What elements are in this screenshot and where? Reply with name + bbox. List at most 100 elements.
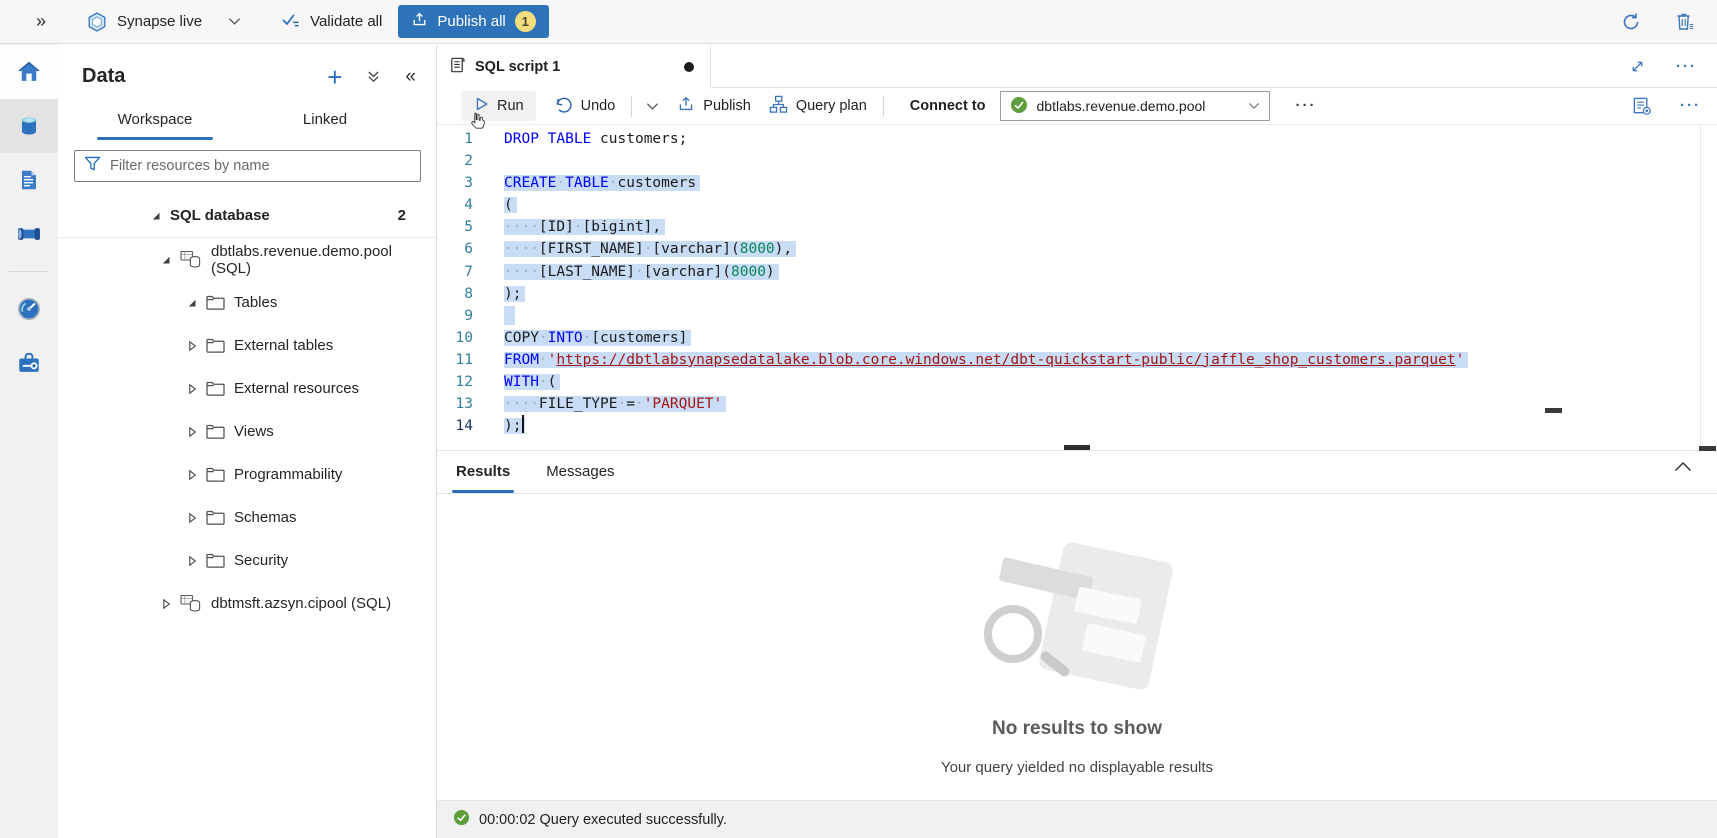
filter-resources-input[interactable] (110, 158, 411, 174)
code-line-2[interactable]: 2 (437, 150, 1717, 172)
toolbar-more-actions-icon[interactable]: ··· (1296, 101, 1317, 111)
code-line-13[interactable]: 13····FILE_TYPE·=·'PARQUET' (437, 393, 1717, 415)
expand-editor-icon[interactable] (1629, 58, 1646, 75)
query-status-bar: 00:00:02 Query executed successfully. (437, 800, 1717, 838)
tab-more-actions-icon[interactable]: ··· (1676, 62, 1697, 72)
collapsed-arrow-icon[interactable] (186, 383, 198, 395)
line-number: 7 (437, 261, 486, 283)
editor-area: SQL script 1 ··· Run Undo (437, 45, 1717, 838)
tree-item-schemas[interactable]: Schemas (58, 496, 436, 539)
tree-item-label: dbtlabs.revenue.demo.pool (SQL) (211, 243, 436, 277)
query-plan-icon (769, 95, 788, 118)
collapsed-arrow-icon[interactable] (186, 469, 198, 481)
add-resource-button[interactable]: + (327, 68, 342, 86)
validate-all-button[interactable]: Validate all (281, 12, 382, 32)
rail-item-monitor[interactable] (0, 282, 58, 336)
collapse-all-icon[interactable] (366, 69, 381, 84)
collapsed-arrow-icon[interactable] (186, 512, 198, 524)
no-results-illustration (972, 551, 1192, 701)
hub-rail (0, 45, 58, 838)
rail-item-develop[interactable] (0, 153, 58, 207)
collapsed-arrow-icon[interactable] (186, 340, 198, 352)
line-number: 3 (437, 172, 486, 194)
rail-item-integrate[interactable] (0, 207, 58, 261)
code-line-10[interactable]: 10COPY·INTO·[customers] (437, 327, 1717, 349)
code-line-9[interactable]: 9 (437, 305, 1717, 327)
line-content: ····FILE_TYPE·=·'PARQUET' (486, 393, 722, 415)
code-line-14[interactable]: 14); (437, 415, 1717, 437)
connect-to-label: Connect to (910, 98, 986, 114)
tab-messages[interactable]: Messages (542, 451, 618, 493)
publish-all-button[interactable]: Publish all 1 (398, 5, 548, 38)
discard-all-icon[interactable] (1675, 11, 1695, 32)
code-line-12[interactable]: 12WITH·( (437, 371, 1717, 393)
code-line-7[interactable]: 7····[LAST_NAME]·[varchar](8000) (437, 261, 1717, 283)
code-line-11[interactable]: 11 FROM·'https://dbtlabsynapsedatalake.bl… (437, 349, 1717, 371)
tree-item-sql-database[interactable]: SQL database2 (58, 194, 436, 238)
splitter-handle[interactable] (1064, 445, 1090, 450)
tab-linked[interactable]: Linked (240, 102, 410, 140)
dirty-indicator (684, 62, 694, 72)
tree-item-programmability[interactable]: Programmability (58, 453, 436, 496)
line-number: 12 (437, 371, 486, 393)
scrollbar-corner-marker (1699, 446, 1716, 451)
tree-item-dbtmsft-azsyn-cipool-sql[interactable]: dbtmsft.azsyn.cipool (SQL) (58, 582, 436, 625)
tab-results[interactable]: Results (452, 451, 514, 493)
line-content (486, 305, 511, 327)
collapse-results-chevron-icon[interactable] (1674, 461, 1692, 472)
code-line-4[interactable]: 4( (437, 194, 1717, 216)
line-number: 11 (437, 349, 486, 371)
empty-results-title: No results to show (437, 718, 1717, 740)
code-line-3[interactable]: 3CREATE·TABLE·customers (437, 172, 1717, 194)
collapse-panel-icon[interactable]: « (405, 70, 416, 84)
line-content: ····[ID]·[bigint], (486, 216, 661, 238)
status-message: 00:00:02 Query executed successfully. (479, 812, 727, 828)
mode-chevron-down-icon[interactable] (228, 17, 241, 26)
tree-item-security[interactable]: Security (58, 539, 436, 582)
text-cursor (522, 415, 524, 433)
line-content: ( (486, 194, 513, 216)
publish-up-icon (677, 95, 695, 117)
code-line-1[interactable]: 1DROP TABLE customers; (437, 128, 1717, 150)
mode-selector[interactable]: Synapse live (117, 13, 202, 30)
code-line-5[interactable]: 5····[ID]·[bigint], (437, 216, 1717, 238)
query-plan-button[interactable]: Query plan (769, 95, 867, 118)
collapsed-arrow-icon[interactable] (160, 598, 172, 610)
rail-item-data[interactable] (0, 99, 58, 153)
tab-workspace[interactable]: Workspace (70, 102, 240, 140)
publish-button[interactable]: Publish (677, 95, 751, 117)
tree-item-dbtlabs-revenue-demo-pool-sql[interactable]: dbtlabs.revenue.demo.pool (SQL) (58, 238, 436, 281)
tree-item-label: Programmability (234, 466, 342, 483)
tree-item-tables[interactable]: Tables (58, 281, 436, 324)
rail-item-home[interactable] (0, 45, 58, 99)
refresh-icon[interactable] (1621, 12, 1641, 32)
toolbar-separator (883, 96, 884, 117)
selection-highlight: FROM·'https://dbtlabsynapsedatalake.blob… (504, 352, 1464, 368)
panel-more-actions-icon[interactable]: ··· (1680, 101, 1701, 111)
rail-divider (9, 271, 49, 272)
connect-to-dropdown[interactable]: dbtlabs.revenue.demo.pool (1000, 91, 1270, 121)
synapse-logo-icon (86, 11, 108, 33)
scrollbar-track[interactable] (1700, 125, 1701, 450)
more-commands-chevron-icon[interactable] (646, 102, 659, 111)
tree-item-external-tables[interactable]: External tables (58, 324, 436, 367)
undo-button[interactable]: Undo (554, 96, 616, 117)
expanded-arrow-icon[interactable] (150, 210, 162, 222)
expand-menu-icon[interactable]: » (36, 11, 46, 32)
code-line-6[interactable]: 6····[FIRST_NAME]·[varchar](8000), (437, 238, 1717, 260)
collapsed-arrow-icon[interactable] (186, 426, 198, 438)
collapsed-arrow-icon[interactable] (186, 555, 198, 567)
filter-resources-box (74, 150, 421, 182)
expanded-arrow-icon[interactable] (160, 254, 172, 266)
properties-icon[interactable] (1632, 96, 1652, 116)
run-play-icon (473, 96, 489, 116)
expanded-arrow-icon[interactable] (186, 297, 198, 309)
run-button[interactable]: Run (461, 91, 536, 121)
sql-code-editor[interactable]: 1DROP TABLE customers;23CREATE·TABLE·cus… (437, 125, 1717, 450)
tab-sql-script-1[interactable]: SQL script 1 (437, 45, 711, 89)
tree-item-external-resources[interactable]: External resources (58, 367, 436, 410)
line-content: FROM·'https://dbtlabsynapsedatalake.blob… (486, 349, 1464, 371)
code-line-8[interactable]: 8); (437, 283, 1717, 305)
tree-item-views[interactable]: Views (58, 410, 436, 453)
rail-item-manage[interactable] (0, 336, 58, 390)
